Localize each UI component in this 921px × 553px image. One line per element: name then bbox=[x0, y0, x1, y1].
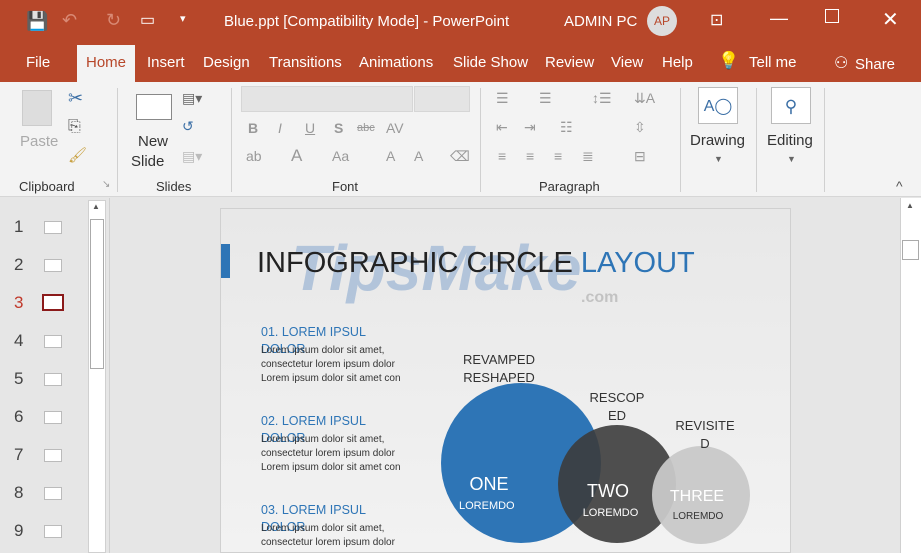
close-button[interactable]: ✕ bbox=[882, 7, 899, 32]
scroll-up-icon[interactable]: ▲ bbox=[906, 201, 914, 210]
increase-indent-icon[interactable]: ⇥ bbox=[524, 119, 536, 136]
bold-icon[interactable]: B bbox=[248, 120, 258, 136]
italic-icon[interactable]: I bbox=[278, 120, 282, 136]
section-icon[interactable]: ▤▾ bbox=[182, 148, 202, 165]
redo-icon[interactable]: ↻ bbox=[106, 10, 121, 31]
group-slides: Slides bbox=[156, 179, 192, 194]
ribbon-display-icon[interactable]: ⊡ bbox=[710, 10, 723, 30]
avatar[interactable]: AP bbox=[647, 6, 677, 36]
circle-two-title: TWO bbox=[587, 481, 629, 501]
group-clipboard: Clipboard bbox=[19, 179, 75, 194]
strikethrough-icon[interactable]: abc bbox=[357, 122, 375, 134]
tab-view[interactable]: View bbox=[611, 54, 643, 71]
align-center-icon[interactable]: ≡ bbox=[526, 148, 534, 164]
circle-one-title: ONE bbox=[469, 474, 509, 494]
undo-icon[interactable]: ↶ bbox=[62, 10, 77, 31]
tab-help[interactable]: Help bbox=[662, 54, 693, 71]
paste-icon[interactable] bbox=[22, 90, 52, 126]
numbering-icon[interactable]: ☰ bbox=[539, 90, 552, 107]
underline-icon[interactable]: U bbox=[305, 120, 315, 136]
editor-scrollbar[interactable]: ▲ bbox=[900, 198, 921, 553]
slide-thumbnail-pane: ▲ 1 2 3 4 5 6 7 8 9 bbox=[0, 198, 110, 553]
circle-one-label: REVAMPED RESHAPED bbox=[463, 352, 535, 385]
ribbon-tabs: File Home Insert Design Transitions Anim… bbox=[0, 43, 921, 82]
copy-icon[interactable]: ⎘ bbox=[68, 118, 81, 136]
align-text-icon[interactable]: ⇳ bbox=[634, 119, 646, 136]
columns-icon[interactable]: ☷ bbox=[560, 119, 573, 136]
present-icon[interactable]: ▭ bbox=[140, 10, 155, 30]
search-icon[interactable]: ⚲ bbox=[771, 87, 811, 124]
scroll-up-icon[interactable]: ▲ bbox=[92, 202, 100, 211]
char-spacing-icon[interactable]: AV bbox=[386, 120, 404, 136]
drawing-button[interactable]: Drawing bbox=[690, 132, 745, 149]
tab-slide-show[interactable]: Slide Show bbox=[453, 54, 528, 71]
tab-file[interactable]: File bbox=[26, 54, 50, 71]
shadow-icon[interactable]: S bbox=[334, 120, 343, 136]
new-slide-icon[interactable] bbox=[136, 94, 172, 120]
share-button[interactable]: Share bbox=[855, 56, 895, 73]
tab-animations[interactable]: Animations bbox=[359, 54, 433, 71]
paste-button[interactable]: Paste bbox=[20, 133, 58, 150]
scroll-thumb[interactable] bbox=[90, 219, 104, 369]
group-font: Font bbox=[332, 179, 359, 194]
smartart-icon[interactable]: ⊟ bbox=[634, 148, 646, 165]
tab-home[interactable]: Home bbox=[77, 45, 136, 82]
line-spacing-icon[interactable]: ↕☰ bbox=[592, 90, 612, 107]
bullets-icon[interactable]: ☰ bbox=[496, 90, 509, 107]
tab-design[interactable]: Design bbox=[203, 54, 250, 71]
cut-icon[interactable]: ✂ bbox=[68, 88, 83, 109]
slide-canvas[interactable]: TipsMake .com INFOGRAPHIC CIRCLE LAYOUT … bbox=[220, 208, 791, 553]
minimize-button[interactable]: — bbox=[770, 8, 788, 29]
decrease-indent-icon[interactable]: ⇤ bbox=[496, 119, 508, 136]
font-color-icon[interactable]: A bbox=[291, 146, 302, 166]
align-right-icon[interactable]: ≡ bbox=[554, 148, 562, 164]
layout-icon[interactable]: ▤▾ bbox=[182, 90, 202, 107]
shapes-icon[interactable]: A◯ bbox=[698, 87, 738, 124]
circle-three-label: REVISITE D bbox=[675, 418, 735, 451]
tab-insert[interactable]: Insert bbox=[147, 54, 185, 71]
tab-transitions[interactable]: Transitions bbox=[269, 54, 342, 71]
editing-button[interactable]: Editing bbox=[767, 132, 813, 149]
lightbulb-icon: 💡 bbox=[718, 51, 740, 70]
align-left-icon[interactable]: ≡ bbox=[498, 148, 506, 164]
person-add-icon: ⚇ bbox=[834, 55, 849, 72]
font-name-dropdown[interactable] bbox=[241, 86, 413, 112]
circle-three-title: THREE bbox=[669, 488, 725, 505]
circle-three-sub: LOREMDO bbox=[672, 511, 724, 522]
group-paragraph: Paragraph bbox=[539, 179, 600, 194]
title-bar: 💾 ↶ ↻ ▭ ▾ Blue.ppt [Compatibility Mode] … bbox=[0, 0, 921, 43]
decrease-font-icon[interactable]: A bbox=[414, 148, 423, 164]
circle-two-sub: LOREMDO bbox=[582, 507, 639, 519]
thumbnail-scrollbar[interactable]: ▲ bbox=[88, 200, 106, 553]
customize-qat-icon[interactable]: ▾ bbox=[180, 12, 186, 25]
font-size-dropdown[interactable] bbox=[414, 86, 470, 112]
clipboard-launcher-icon[interactable]: ↘ bbox=[102, 179, 110, 190]
justify-icon[interactable]: ≣ bbox=[582, 148, 594, 165]
clear-format-icon[interactable]: ⌫ bbox=[450, 148, 470, 165]
circle-one-sub: LOREMDO bbox=[459, 500, 515, 512]
accent-bar bbox=[221, 244, 230, 278]
circle-two-label: RESCOP ED bbox=[589, 390, 645, 423]
user-name[interactable]: ADMIN PC bbox=[564, 13, 637, 30]
text-direction-icon[interactable]: ⇊A bbox=[634, 90, 655, 107]
scroll-thumb[interactable] bbox=[902, 240, 919, 260]
slide-title: INFOGRAPHIC CIRCLE LAYOUT bbox=[257, 247, 695, 279]
format-painter-icon[interactable]: 🖌 bbox=[68, 146, 87, 164]
change-case-icon[interactable]: Aa bbox=[332, 148, 349, 164]
new-slide-label[interactable]: New bbox=[138, 133, 168, 150]
watermark-suffix: .com bbox=[581, 289, 619, 306]
highlight-icon[interactable]: ab bbox=[246, 148, 262, 164]
tab-review[interactable]: Review bbox=[545, 54, 594, 71]
reset-icon[interactable]: ↺ bbox=[182, 118, 194, 135]
tell-me-search[interactable]: Tell me bbox=[749, 54, 797, 71]
maximize-button[interactable] bbox=[825, 9, 839, 23]
window-title: Blue.ppt [Compatibility Mode] - PowerPoi… bbox=[224, 13, 510, 30]
increase-font-icon[interactable]: A bbox=[386, 148, 395, 164]
save-icon[interactable]: 💾 bbox=[26, 11, 48, 32]
collapse-ribbon-icon[interactable]: ^ bbox=[896, 178, 903, 194]
ribbon: Paste ✂ ⎘ 🖌 Clipboard ↘ New Slide ▤▾ ↺ ▤… bbox=[0, 82, 921, 197]
new-slide-button[interactable]: Slide bbox=[131, 153, 164, 170]
